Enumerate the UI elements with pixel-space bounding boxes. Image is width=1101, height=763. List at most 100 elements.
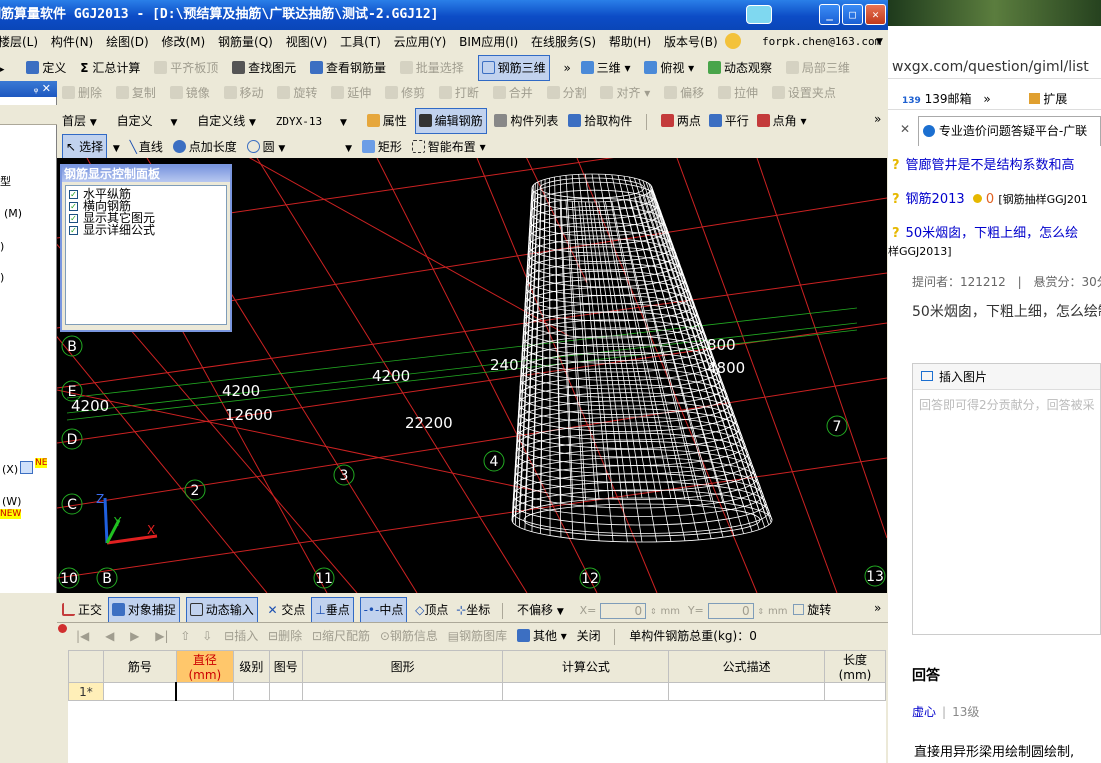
account-dropdown-icon[interactable]: ▼: [876, 31, 883, 53]
answer-textarea[interactable]: 回答即可得2分贡献分，回答被采: [913, 390, 1100, 419]
coordinate-button[interactable]: ⊹坐标: [456, 599, 490, 621]
pick-component-button[interactable]: 拾取构件: [568, 110, 632, 132]
tree-item[interactable]: ): [0, 240, 4, 253]
menu-help[interactable]: 帮助(H): [609, 31, 651, 53]
address-bar[interactable]: wxgx.com/question/giml/list: [888, 55, 1101, 79]
delete-button[interactable]: 删除: [62, 82, 102, 104]
menu-online[interactable]: 在线服务(S): [531, 31, 596, 53]
offset-select[interactable]: 不偏移 ▼: [517, 599, 574, 623]
column-header-selected[interactable]: 直径(mm): [175, 650, 234, 683]
menu-draw[interactable]: 绘图(D): [106, 31, 149, 53]
minimize-button[interactable]: _: [819, 4, 840, 25]
y-spinner-icon[interactable]: ⇕: [757, 601, 764, 623]
tree-item[interactable]: (M): [4, 207, 22, 220]
view-steel-button[interactable]: 查看钢筋量: [309, 57, 386, 79]
helper-face-icon[interactable]: [725, 33, 742, 49]
parallel-button[interactable]: 平行: [708, 110, 749, 132]
merge-button[interactable]: 合并: [492, 82, 533, 104]
batch-select-button[interactable]: 批量选择: [399, 57, 464, 79]
x-coordinate-input[interactable]: 0: [600, 602, 647, 619]
insert-row-button[interactable]: ⊟插入: [224, 626, 258, 646]
trim-button[interactable]: 修剪: [385, 82, 425, 104]
table-cell[interactable]: [232, 682, 270, 701]
top-view-dropdown[interactable]: 俯视 ▾: [644, 57, 694, 79]
column-header[interactable]: 计算公式: [502, 650, 670, 683]
dynamic-observe-button[interactable]: 动态观察: [708, 57, 772, 79]
move-button[interactable]: 移动: [223, 82, 264, 104]
column-header[interactable]: 长度(mm): [823, 650, 887, 683]
menu-component[interactable]: 构件(N): [51, 31, 93, 53]
floor-select[interactable]: 首层 ▼: [62, 110, 107, 134]
table-cell[interactable]: [502, 682, 670, 701]
break-button[interactable]: 打断: [438, 82, 479, 104]
rotate-checkbox[interactable]: 旋转: [793, 599, 831, 621]
smart-layout-button[interactable]: 智能布置 ▾: [411, 136, 486, 158]
select-button[interactable]: ↖ 选择: [62, 134, 108, 160]
tree-item[interactable]: (W): [2, 495, 21, 508]
close-button[interactable]: ✕: [865, 4, 886, 25]
find-element-button[interactable]: 查找图元: [232, 57, 296, 79]
code-select[interactable]: ZDYX-13 ▼: [276, 110, 357, 134]
custom-select[interactable]: 自定义 ▼: [117, 110, 188, 134]
move-down-icon[interactable]: ⇩: [202, 626, 212, 646]
partial-3d-button[interactable]: 局部三维: [785, 57, 850, 79]
two-points-button[interactable]: 两点: [660, 110, 701, 132]
view-3d-dropdown[interactable]: 三维 ▾: [580, 57, 631, 79]
dynamic-input-button[interactable]: 动态输入: [185, 597, 258, 623]
tab-close-icon[interactable]: ✕: [900, 122, 910, 136]
vertex-button[interactable]: ◇顶点: [415, 599, 448, 621]
qq-tray-icon[interactable]: [746, 5, 772, 24]
checkbox-checked-icon[interactable]: ✓: [69, 201, 78, 211]
menu-bim[interactable]: BIM应用(I): [459, 31, 518, 53]
checkbox-checked-icon[interactable]: ✓: [69, 189, 78, 199]
column-header[interactable]: 级别: [232, 650, 270, 683]
arc-dropdown-icon[interactable]: ▼: [345, 138, 352, 160]
midpoint-button[interactable]: -•-中点: [359, 597, 408, 623]
menu-floor[interactable]: 楼层(L): [0, 31, 38, 53]
table-cell-active[interactable]: [175, 682, 234, 701]
checkbox-checked-icon[interactable]: ✓: [69, 225, 78, 235]
menu-modify[interactable]: 修改(M): [162, 31, 206, 53]
ortho-button[interactable]: 正交: [62, 599, 102, 621]
question-link[interactable]: ? 管廊管井是不是结构系数和高: [892, 154, 1075, 173]
split-button[interactable]: 分割: [546, 82, 587, 104]
column-header[interactable]: 图号: [268, 650, 303, 683]
property-button[interactable]: 属性: [366, 110, 407, 132]
tree-item[interactable]: 型: [0, 173, 11, 189]
first-record-icon[interactable]: |◀: [76, 626, 89, 646]
maximize-button[interactable]: □: [842, 4, 863, 25]
table-cell[interactable]: [301, 682, 504, 701]
extensions-button[interactable]: 扩展: [1043, 92, 1067, 106]
edit-steel-button[interactable]: 编辑钢筋: [414, 108, 487, 134]
menu-view[interactable]: 视图(V): [286, 31, 328, 53]
overflow-chevron-icon[interactable]: »: [874, 597, 881, 619]
table-row[interactable]: 1*: [68, 682, 887, 701]
question-link[interactable]: ? 50米烟囱，下粗上细，怎么绘: [892, 222, 1078, 241]
stretch-button[interactable]: 拉伸: [717, 82, 758, 104]
object-snap-button[interactable]: 对象捕捉: [107, 597, 180, 623]
align-button[interactable]: 对齐 ▾: [600, 82, 650, 104]
other-dropdown[interactable]: 其他 ▾: [516, 626, 567, 646]
offset-button[interactable]: 偏移: [664, 82, 704, 104]
tree-item[interactable]: ): [0, 271, 4, 284]
option-show-formula[interactable]: ✓ 显示详细公式: [69, 224, 223, 236]
x-spinner-icon[interactable]: ⇕: [650, 601, 657, 623]
circle-dropdown[interactable]: 圆 ▼: [246, 136, 296, 160]
row-number[interactable]: 1*: [68, 682, 104, 701]
account-label[interactable]: forpk.chen@163.com: [762, 31, 881, 53]
column-header[interactable]: 筋号: [102, 650, 177, 683]
table-cell[interactable]: [823, 682, 887, 701]
grid-close-marker-icon[interactable]: [58, 624, 67, 633]
next-record-icon[interactable]: ▶: [130, 626, 139, 646]
overflow-chevron-icon[interactable]: »: [563, 57, 570, 79]
select-dropdown-icon[interactable]: ▼: [113, 138, 120, 160]
rotate-button[interactable]: 旋转: [277, 82, 317, 104]
menu-version[interactable]: 版本号(B): [664, 31, 718, 53]
point-length-button[interactable]: 点加长度: [172, 136, 237, 158]
question-item[interactable]: ? 钢筋2013 0 [钢筋抽样GGJ201: [892, 188, 1088, 207]
define-button[interactable]: 定义: [26, 57, 66, 79]
bookmark-139-mail[interactable]: 139邮箱: [925, 92, 972, 106]
point-angle-button[interactable]: 点角 ▾: [756, 110, 806, 132]
set-grip-button[interactable]: 设置夹点: [771, 82, 836, 104]
component-list-button[interactable]: 构件列表: [494, 110, 558, 132]
